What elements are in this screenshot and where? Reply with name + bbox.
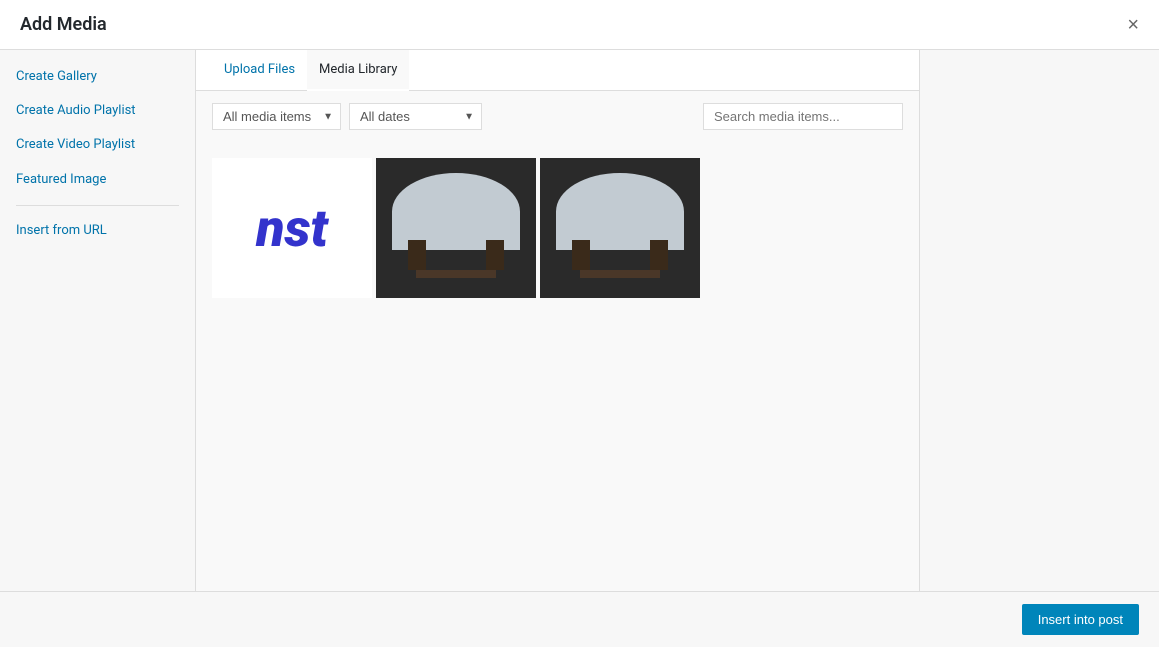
modal-header: Add Media ×: [0, 0, 1159, 50]
sidebar-item-create-audio-playlist[interactable]: Create Audio Playlist: [0, 94, 195, 128]
sidebar-item-create-video-playlist[interactable]: Create Video Playlist: [0, 128, 195, 162]
media-item-room-1[interactable]: [376, 158, 536, 298]
room-window-2: [556, 173, 684, 250]
tab-upload-files[interactable]: Upload Files: [212, 50, 307, 91]
room-chair-right-2: [650, 240, 668, 270]
modal-body: Create Gallery Create Audio Playlist Cre…: [0, 50, 1159, 591]
room-chair-left-2: [572, 240, 590, 270]
sidebar-item-insert-from-url[interactable]: Insert from URL: [0, 214, 195, 248]
media-grid: nst: [196, 142, 919, 591]
modal-footer: Insert into post: [0, 591, 1159, 647]
room-chair-left-1: [408, 240, 426, 270]
sidebar-item-create-gallery[interactable]: Create Gallery: [0, 60, 195, 94]
media-filter-wrapper: All media items Images Audio Video Docum…: [212, 103, 341, 130]
room-table-1: [416, 270, 496, 278]
media-item-nsu-logo-inner: nst: [212, 158, 372, 298]
room-table-2: [580, 270, 660, 278]
media-item-nsu-logo[interactable]: nst: [212, 158, 372, 298]
insert-into-post-button[interactable]: Insert into post: [1022, 604, 1139, 635]
media-item-room-2[interactable]: [540, 158, 700, 298]
tabs-bar: Upload Files Media Library: [196, 50, 919, 91]
sidebar-item-featured-image[interactable]: Featured Image: [0, 163, 195, 197]
date-filter-select[interactable]: All dates January 2024 December 2023: [349, 103, 482, 130]
right-panel: [919, 50, 1159, 591]
media-filter-select[interactable]: All media items Images Audio Video Docum…: [212, 103, 341, 130]
sidebar-divider: [16, 205, 179, 206]
room-chair-right-1: [486, 240, 504, 270]
close-button[interactable]: ×: [1127, 15, 1139, 35]
add-media-modal: Add Media × Create Gallery Create Audio …: [0, 0, 1159, 647]
room-image-1: [376, 158, 536, 298]
date-filter-wrapper: All dates January 2024 December 2023 ▼: [349, 103, 482, 130]
modal-title: Add Media: [20, 14, 107, 35]
room-image-2: [540, 158, 700, 298]
tab-media-library[interactable]: Media Library: [307, 50, 409, 91]
sidebar: Create Gallery Create Audio Playlist Cre…: [0, 50, 196, 591]
room-window-1: [392, 173, 520, 250]
main-content: Upload Files Media Library All media ite…: [196, 50, 919, 591]
toolbar: All media items Images Audio Video Docum…: [196, 91, 919, 142]
media-item-room-1-inner: [376, 158, 536, 298]
nsu-logo-image: nst: [212, 158, 372, 298]
media-item-room-2-inner: [540, 158, 700, 298]
search-input[interactable]: [703, 103, 903, 130]
